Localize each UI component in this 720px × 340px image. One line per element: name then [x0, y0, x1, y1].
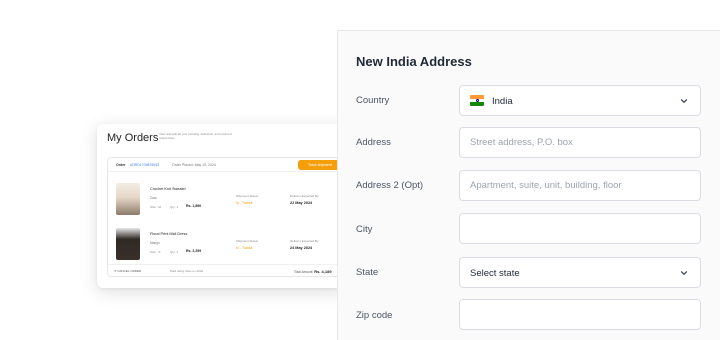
chevron-down-icon [680, 99, 688, 103]
product-size: Size : M [150, 205, 161, 209]
address2-input[interactable] [460, 171, 700, 200]
country-label: Country [356, 95, 390, 106]
order-footer: ✕ CANCEL ORDER Paid using Visa •••• 4242… [108, 264, 347, 276]
total-amount: Total Amount: Rs. 4,189 [294, 269, 332, 274]
order-block: Order #ORD1709876543 Order Placed: May 1… [107, 157, 347, 277]
city-field [459, 213, 701, 244]
address-input[interactable] [460, 128, 700, 157]
form-title: New India Address [356, 54, 472, 69]
country-value: India [492, 96, 513, 107]
product-image[interactable] [116, 183, 140, 215]
product-qty: Qty: 1 [170, 250, 179, 254]
chevron-down-icon [680, 271, 688, 275]
product-name[interactable]: Floral Print Midi Dress [150, 232, 187, 236]
address2-label: Address 2 (Opt) [356, 180, 424, 191]
order-placed-date: Order Placed: May 10, 2024 [172, 163, 216, 167]
product-name[interactable]: Crochet Knit Sweater [150, 187, 186, 191]
product-size: Size : S [150, 250, 161, 254]
total-amount-value: Rs. 4,189 [314, 269, 332, 274]
order-id-link[interactable]: #ORD1709876543 [130, 163, 159, 167]
shipment-status: In - Transit [236, 201, 253, 205]
order-label: Order [116, 163, 126, 167]
shipment-status-label: Shipment Status [236, 239, 259, 243]
cancel-order-button[interactable]: ✕ CANCEL ORDER [114, 269, 141, 273]
product-price: Rs. 2,299 [186, 249, 202, 253]
zip-input[interactable] [460, 300, 700, 329]
orders-title: My Orders [107, 132, 159, 144]
delivery-label: Delivery Expected By [290, 239, 319, 243]
india-flag-icon [470, 95, 484, 106]
state-label: State [356, 267, 379, 278]
city-input[interactable] [460, 214, 700, 243]
shipment-status-label: Shipment Status [236, 194, 259, 198]
zip-label: Zip code [356, 310, 393, 321]
state-select[interactable]: Select state [459, 257, 701, 288]
order-header: Order #ORD1709876543 Order Placed: May 1… [108, 158, 347, 172]
product-image[interactable] [116, 228, 140, 260]
payment-method: Paid using Visa •••• 4242 [170, 269, 204, 273]
product-price: Rs. 1,890 [186, 204, 202, 208]
state-value: Select state [470, 268, 520, 279]
address-field [459, 127, 701, 158]
delivery-date: 24 May 2024 [290, 246, 313, 250]
address2-field [459, 170, 701, 201]
orders-card: My Orders View and edit all your pending… [97, 124, 347, 288]
delivery-label: Delivery Expected By [290, 194, 319, 198]
delivery-date: 22 May 2024 [290, 201, 313, 205]
orders-subtitle: View and edit all your pending, delivere… [159, 132, 232, 140]
city-label: City [356, 224, 373, 235]
address-form-panel: New India Address Country India Address … [337, 30, 720, 340]
shipment-status: In - Transit [236, 246, 253, 250]
country-select[interactable]: India [459, 85, 701, 116]
zip-field [459, 299, 701, 330]
product-brand: Zara [150, 196, 157, 200]
total-amount-label: Total Amount: [294, 270, 314, 274]
product-qty: Qty: 1 [170, 205, 179, 209]
product-brand: Mango [150, 241, 160, 245]
address-label: Address [356, 137, 391, 148]
